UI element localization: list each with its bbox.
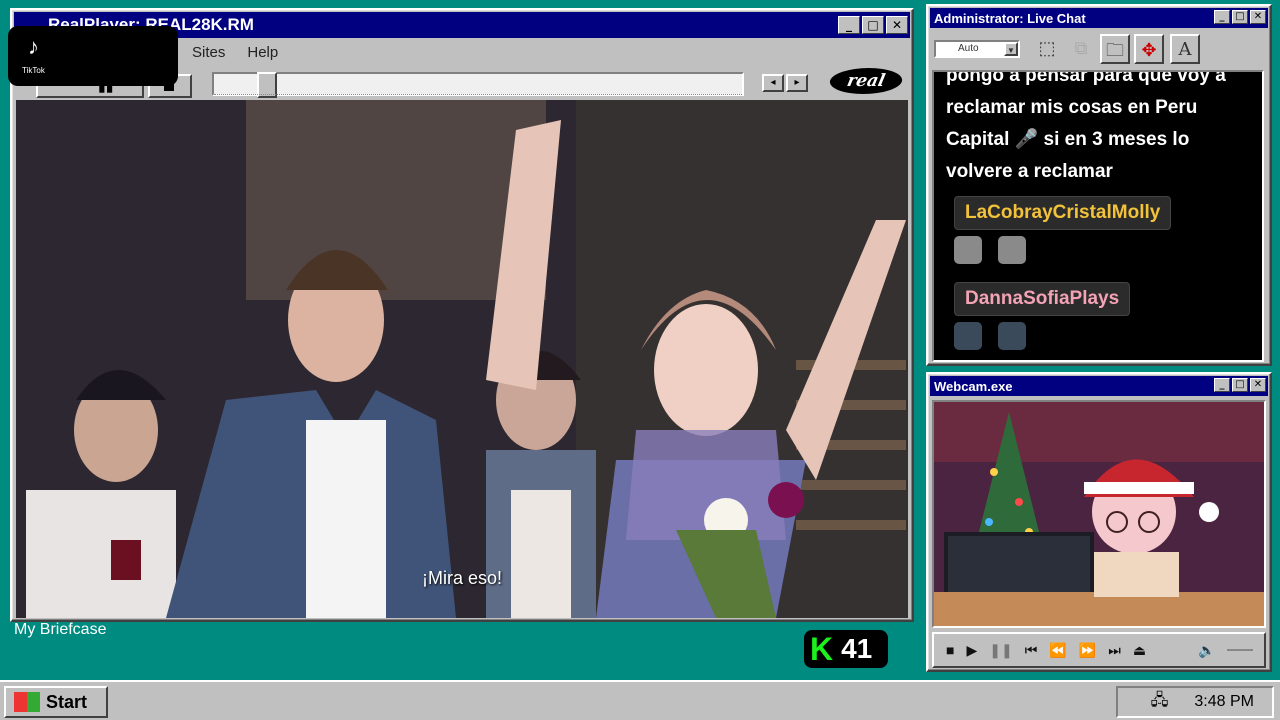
emote-icon [954,322,982,350]
volume-icon[interactable]: 🔈 [1198,642,1215,659]
video-scene [16,100,908,618]
eject-icon[interactable]: ⏏ [1133,642,1146,659]
username-text: DannaSofiaPlays [965,288,1120,309]
kick-icon: K [810,630,834,667]
briefcase-label[interactable]: My Briefcase [14,621,106,639]
pause-icon[interactable]: ❚❚ [989,642,1012,659]
text-tool-icon[interactable]: A [1170,34,1200,64]
webcam-maximize-button[interactable]: □ [1232,378,1248,392]
network-icon[interactable]: 🖧 [1151,689,1169,716]
username-text: LaCobrayCristalMolly [965,202,1161,223]
stop-icon[interactable]: ■ [946,642,954,658]
forward-button[interactable]: ▸ [786,74,808,92]
play-icon[interactable]: ▶ [966,642,977,659]
realplayer-window: RealPlayer: REAL28K.RM _ □ ✕ ♪ TikTok Si… [8,8,914,622]
start-label: Start [46,691,88,712]
emote-icon [998,236,1026,264]
maximize-button[interactable]: □ [862,16,884,34]
chat-username-2: DannaSofiaPlays [954,282,1131,316]
chat-title: Administrator: Live Chat [934,10,1086,26]
seek-ticks [214,94,742,97]
minimize-button[interactable]: _ [838,16,860,34]
tiktok-label: TikTok [22,66,45,75]
font-size-combo[interactable]: Auto ▼ [934,40,1020,58]
webcam-window: Webcam.exe _ □ ✕ ■ ▶ ❚❚ ⏮ ⏪ ⏩ ⏭ ⏏ 🔈 [926,372,1272,672]
webcam-title: Webcam.exe [934,378,1013,394]
close-button[interactable]: ✕ [886,16,908,34]
real-logo: real [827,68,905,94]
skip-back-icon[interactable]: ⏮ [1025,642,1038,659]
start-button[interactable]: Start [4,686,108,718]
viewer-count: 41 [841,633,873,664]
chat-maximize-button[interactable]: □ [1232,10,1248,24]
rewind-button[interactable]: ◂ [762,74,784,92]
emote-row-1 [954,236,1026,264]
tiktok-icon: ♪ [28,34,39,59]
emote-icon [954,236,982,264]
webcam-close-button[interactable]: ✕ [1250,378,1266,392]
player-menubar: Sites Help [192,44,278,61]
chat-feed[interactable]: pongo a pensar para que voy a reclamar m… [932,70,1264,362]
video-subtitle: ¡Mira eso! [421,568,502,588]
chevron-down-icon[interactable]: ▼ [1004,42,1018,56]
webcam-titlebar[interactable]: Webcam.exe _ □ ✕ [930,376,1268,396]
clock: 3:48 PM [1194,693,1254,710]
system-tray: 🖧 3:48 PM [1116,686,1274,718]
target-tool-icon[interactable]: ✥ [1134,34,1164,64]
chat-minimize-button[interactable]: _ [1214,10,1230,24]
copy-tool-icon[interactable]: ⧉ [1066,34,1096,64]
chat-username-1: LaCobrayCristalMolly [954,196,1172,230]
seek-bar[interactable] [212,72,744,98]
webcam-illustration [934,402,1264,626]
tiktok-watermark: ♪ TikTok [8,26,178,86]
fast-forward-icon[interactable]: ⏩ [1079,642,1096,659]
select-tool-icon[interactable]: ⬚ [1032,34,1062,64]
chat-toolbar: Auto ▼ ⬚ ⧉ 🗀 ✥ A [932,32,1266,68]
taskbar: Start 🖧 3:48 PM [0,680,1280,720]
webcam-feed [932,400,1266,628]
emote-icon [998,322,1026,350]
kick-badge: K 41 [804,630,888,668]
live-chat-window: Administrator: Live Chat _ □ ✕ Auto ▼ ⬚ … [926,4,1272,366]
windows-logo-icon [14,692,40,712]
menu-sites[interactable]: Sites [192,44,225,61]
skip-forward-icon[interactable]: ⏭ [1108,642,1121,659]
combo-value: Auto [958,43,979,54]
rewind-icon[interactable]: ⏪ [1049,642,1066,659]
chat-message: pongo a pensar para que voy a reclamar m… [946,70,1226,182]
chat-close-button[interactable]: ✕ [1250,10,1266,24]
webcam-minimize-button[interactable]: _ [1214,378,1230,392]
video-frame: ¡Mira eso! [16,100,908,618]
volume-slider[interactable] [1227,649,1254,651]
menu-help[interactable]: Help [247,44,278,61]
chat-titlebar[interactable]: Administrator: Live Chat _ □ ✕ [930,8,1268,28]
webcam-controls: ■ ▶ ❚❚ ⏮ ⏪ ⏩ ⏭ ⏏ 🔈 [932,632,1266,668]
folder-tool-icon[interactable]: 🗀 [1100,34,1130,64]
emote-row-2 [954,322,1026,350]
